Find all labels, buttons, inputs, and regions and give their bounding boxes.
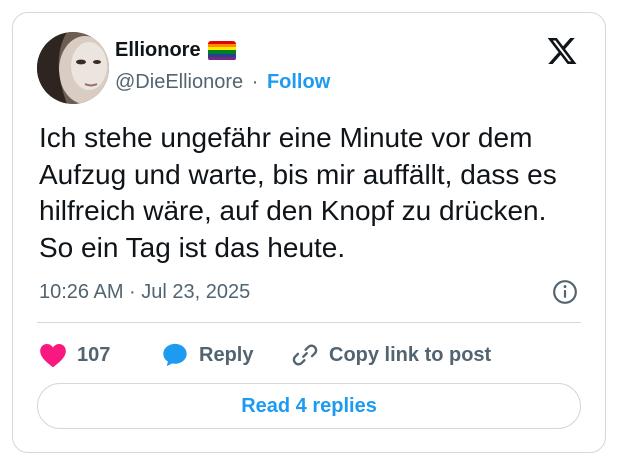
speech-bubble-icon <box>163 343 187 367</box>
author-name-row: Ellionore <box>115 39 236 62</box>
info-icon[interactable] <box>552 279 578 305</box>
copy-link-button[interactable]: Copy link to post <box>291 340 491 370</box>
handle-row: @DieEllionore · Follow <box>115 71 330 94</box>
tweet-card: Ellionore @DieEllionore · Follow Ich ste… <box>12 12 606 453</box>
tweet-text: Ich stehe ungefähr eine Minute vor dem A… <box>39 122 557 263</box>
copy-link-label: Copy link to post <box>329 343 492 366</box>
follow-link[interactable]: Follow <box>267 71 330 93</box>
reply-button[interactable]: Reply <box>161 340 253 370</box>
like-count: 107 <box>77 343 111 366</box>
heart-icon <box>40 344 66 368</box>
avatar[interactable] <box>37 32 109 104</box>
avatar-image <box>37 32 109 104</box>
read-replies-button[interactable]: Read 4 replies <box>37 383 581 429</box>
link-icon <box>292 344 318 366</box>
author-handle[interactable]: @DieEllionore <box>115 71 243 93</box>
x-logo-icon[interactable] <box>546 35 578 67</box>
separator-dot: · <box>251 71 259 93</box>
author-display-name[interactable]: Ellionore <box>115 39 201 62</box>
divider <box>37 322 581 323</box>
reply-label: Reply <box>199 343 254 366</box>
like-button[interactable]: 107 <box>39 340 110 370</box>
tweet-timestamp[interactable]: 10:26 AM · Jul 23, 2025 <box>39 281 250 304</box>
rainbow-flag-icon <box>207 40 236 61</box>
